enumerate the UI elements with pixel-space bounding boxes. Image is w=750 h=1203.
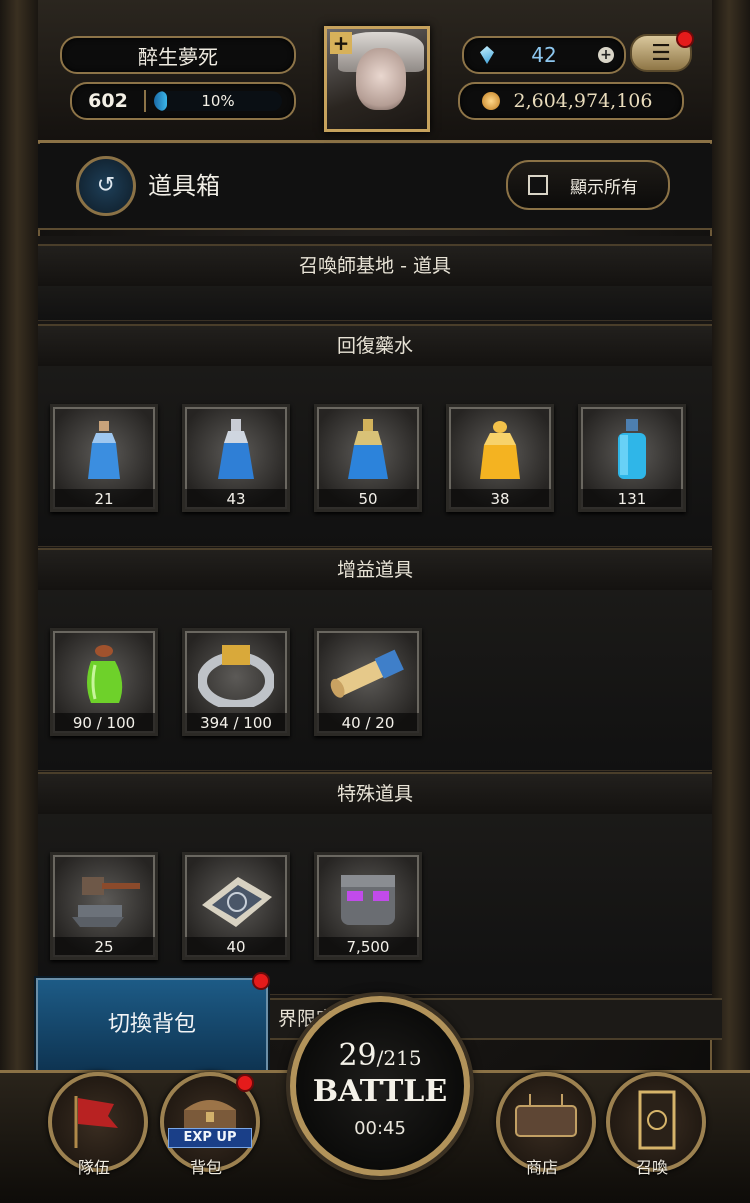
item-count: 131 <box>581 489 683 509</box>
page-title: 道具箱 <box>148 172 220 200</box>
stamina-counter: 29/215 <box>290 1038 470 1073</box>
item-slot[interactable]: 40 / 20 <box>314 628 422 736</box>
bag-label: 背包 <box>189 1158 222 1177</box>
green-potion-icon <box>87 645 123 703</box>
section-header-recovery-potions[interactable]: 回復藥水 <box>38 324 712 368</box>
item-count: 40 <box>185 937 287 957</box>
show-all-label: 顯示所有 <box>570 177 638 198</box>
shop-label: 商店 <box>525 1158 558 1177</box>
gold-amount: 2,604,974,106 <box>513 90 653 112</box>
silver-ring-icon <box>198 645 274 707</box>
gold-counter: 2,604,974,106 <box>458 82 684 120</box>
item-count: 43 <box>185 489 287 509</box>
switch-bag-notification-dot <box>252 972 270 990</box>
back-arrow-icon: ↺ <box>96 173 116 198</box>
item-slot[interactable]: 7,500 <box>314 852 422 960</box>
player-name: 醉生夢死 <box>138 44 218 69</box>
avatar-face <box>356 48 406 110</box>
scroll-icon <box>330 649 404 698</box>
inventory-title-bar: ↺ 道具箱 顯示所有 <box>38 144 712 230</box>
level-exp-plate: 602 10% <box>70 82 296 120</box>
large-blue-potion-icon <box>348 419 388 479</box>
item-count: 90 / 100 <box>53 713 155 733</box>
item-slot[interactable]: 38 <box>446 404 554 512</box>
item-slot[interactable]: 43 <box>182 404 290 512</box>
menu-notification-dot <box>676 30 694 48</box>
gem-counter: 42 + <box>462 36 626 74</box>
item-slot[interactable]: 394 / 100 <box>182 628 290 736</box>
item-count: 7,500 <box>317 937 419 957</box>
exp-up-badge: EXP UP <box>168 1128 252 1148</box>
item-slot[interactable]: 21 <box>50 404 158 512</box>
cyan-potion-icon <box>618 419 646 479</box>
item-count: 394 / 100 <box>185 713 287 733</box>
switch-bag-button[interactable]: 切換背包 <box>36 978 268 1072</box>
gold-coin-icon <box>482 92 500 110</box>
show-all-checkbox[interactable] <box>528 175 548 195</box>
battle-label: BATTLE <box>312 1074 448 1109</box>
hamburger-icon: ☰ <box>651 40 671 66</box>
team-label: 隊伍 <box>77 1158 110 1177</box>
player-name-plate: 醉生夢死 <box>60 36 296 74</box>
gem-icon <box>480 46 494 64</box>
avatar-plus-icon[interactable]: + <box>330 32 352 54</box>
inventory-list[interactable]: 召喚師基地 - 道具 回復藥水 增益道具 特殊道具 21 43 50 38 13… <box>38 236 712 1036</box>
item-slot[interactable]: 131 <box>578 404 686 512</box>
stamina-max: /215 <box>376 1046 422 1070</box>
item-count: 38 <box>449 489 551 509</box>
map-tile-icon <box>202 877 272 927</box>
exp-percent: 10% <box>201 92 235 110</box>
back-button[interactable]: ↺ <box>76 156 136 216</box>
summon-label: 召喚 <box>635 1158 668 1177</box>
player-header: 醉生夢死 602 10% + 42 + 2,604,974,106 ☰ <box>38 0 712 143</box>
player-level: 602 <box>72 90 146 112</box>
stamina-timer: 00:45 <box>354 1118 406 1139</box>
item-count: 25 <box>53 937 155 957</box>
bag-notification-dot <box>236 1074 254 1092</box>
gold-potion-icon <box>480 421 520 479</box>
add-gems-button[interactable]: + <box>598 47 614 63</box>
exp-bar: 10% <box>154 91 282 111</box>
item-slot[interactable]: 40 <box>182 852 290 960</box>
left-ornate-frame <box>0 0 40 1200</box>
section-header-base-items[interactable]: 召喚師基地 - 道具 <box>38 244 712 288</box>
gem-count: 42 <box>531 43 557 67</box>
item-count: 40 / 20 <box>317 713 419 733</box>
item-count: 21 <box>53 489 155 509</box>
item-slot[interactable]: 90 / 100 <box>50 628 158 736</box>
stone-golem-cube-icon <box>341 875 395 925</box>
section-header-special-items[interactable]: 特殊道具 <box>38 772 712 816</box>
item-slot[interactable]: 25 <box>50 852 158 960</box>
item-slot[interactable]: 50 <box>314 404 422 512</box>
stamina-current: 29 <box>338 1038 377 1073</box>
show-all-toggle[interactable]: 顯示所有 <box>506 160 670 210</box>
blue-potion-icon <box>218 419 254 479</box>
section-header-buff-items[interactable]: 增益道具 <box>38 548 712 592</box>
anvil-hammer-icon <box>72 877 140 927</box>
section-body-base-items <box>38 286 712 321</box>
item-count: 50 <box>317 489 419 509</box>
small-blue-potion-icon <box>88 421 120 479</box>
